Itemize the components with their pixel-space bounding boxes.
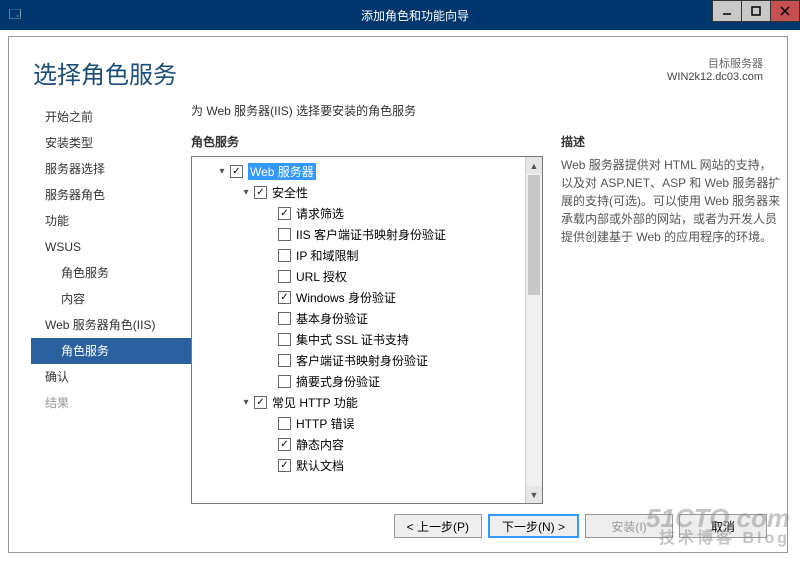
checkbox[interactable] bbox=[278, 333, 291, 346]
tree-node[interactable]: IIS 客户端证书映射身份验证 bbox=[192, 224, 525, 245]
tree-node-label: HTTP 错误 bbox=[296, 415, 354, 432]
tree-node[interactable]: URL 授权 bbox=[192, 266, 525, 287]
next-button[interactable]: 下一步(N) > bbox=[488, 514, 579, 538]
cancel-button[interactable]: 取消 bbox=[679, 514, 767, 538]
instruction-text: 为 Web 服务器(IIS) 选择要安装的角色服务 bbox=[191, 102, 781, 119]
tree-node[interactable]: 请求筛选 bbox=[192, 203, 525, 224]
checkbox[interactable] bbox=[278, 312, 291, 325]
tree-node-label: 摘要式身份验证 bbox=[296, 373, 380, 390]
tree-scrollbar[interactable]: ▲ ▼ bbox=[525, 157, 542, 503]
checkbox[interactable] bbox=[278, 291, 291, 304]
tree-node-label: 基本身份验证 bbox=[296, 310, 368, 327]
nav-item[interactable]: 开始之前 bbox=[31, 104, 191, 130]
app-icon: 🗔 bbox=[0, 5, 30, 26]
footer: < 上一步(P) 下一步(N) > 安装(I) 取消 bbox=[9, 504, 787, 552]
nav-item[interactable]: 结果 bbox=[31, 390, 191, 416]
tree-node[interactable]: Windows 身份验证 bbox=[192, 287, 525, 308]
checkbox[interactable] bbox=[278, 417, 291, 430]
tree-node[interactable]: ▾ Web 服务器 bbox=[192, 161, 525, 182]
tree-header: 角色服务 bbox=[191, 133, 543, 150]
target-info: 目标服务器 WIN2k12.dc03.com bbox=[667, 55, 763, 83]
description-text: Web 服务器提供对 HTML 网站的支持，以及对 ASP.NET、ASP 和 … bbox=[561, 156, 781, 246]
minimize-button[interactable] bbox=[712, 0, 742, 22]
nav-item[interactable]: 确认 bbox=[31, 364, 191, 390]
nav-item[interactable]: 服务器角色 bbox=[31, 182, 191, 208]
tree-node-label: URL 授权 bbox=[296, 268, 347, 285]
wizard-frame: 选择角色服务 目标服务器 WIN2k12.dc03.com 开始之前安装类型服务… bbox=[8, 36, 788, 553]
tree-node-label: 客户端证书映射身份验证 bbox=[296, 352, 428, 369]
tree-node-label: 默认文档 bbox=[296, 457, 344, 474]
checkbox[interactable] bbox=[278, 270, 291, 283]
nav-item[interactable]: Web 服务器角色(IIS) bbox=[31, 312, 191, 338]
scroll-thumb[interactable] bbox=[528, 175, 540, 295]
checkbox[interactable] bbox=[278, 228, 291, 241]
tree-node-label: 常见 HTTP 功能 bbox=[272, 394, 358, 411]
maximize-button[interactable] bbox=[741, 0, 771, 22]
nav-item[interactable]: 内容 bbox=[31, 286, 191, 312]
nav-item[interactable]: 安装类型 bbox=[31, 130, 191, 156]
prev-button[interactable]: < 上一步(P) bbox=[394, 514, 482, 538]
page-title: 选择角色服务 bbox=[33, 55, 177, 90]
tree-node[interactable]: ▾ 常见 HTTP 功能 bbox=[192, 392, 525, 413]
target-label: 目标服务器 bbox=[667, 55, 763, 71]
checkbox[interactable] bbox=[278, 438, 291, 451]
tree-node-label: 静态内容 bbox=[296, 436, 344, 453]
window-buttons bbox=[713, 0, 800, 22]
expand-icon[interactable]: ▾ bbox=[240, 187, 252, 198]
expand-icon[interactable]: ▾ bbox=[216, 166, 228, 177]
checkbox[interactable] bbox=[254, 396, 267, 409]
tree-node-label: 集中式 SSL 证书支持 bbox=[296, 331, 409, 348]
nav-item[interactable]: 角色服务 bbox=[31, 260, 191, 286]
tree-node-label: 安全性 bbox=[272, 184, 308, 201]
close-button[interactable] bbox=[770, 0, 800, 22]
nav-item[interactable]: WSUS bbox=[31, 234, 191, 260]
tree-node[interactable]: HTTP 错误 bbox=[192, 413, 525, 434]
tree-node-label: 请求筛选 bbox=[296, 205, 344, 222]
nav-item[interactable]: 功能 bbox=[31, 208, 191, 234]
tree-node[interactable]: IP 和域限制 bbox=[192, 245, 525, 266]
expand-icon[interactable]: ▾ bbox=[240, 397, 252, 408]
nav-item[interactable]: 角色服务 bbox=[31, 338, 191, 364]
nav-item[interactable]: 服务器选择 bbox=[31, 156, 191, 182]
target-server: WIN2k12.dc03.com bbox=[667, 71, 763, 83]
tree-node[interactable]: 摘要式身份验证 bbox=[192, 371, 525, 392]
tree-node[interactable]: 集中式 SSL 证书支持 bbox=[192, 329, 525, 350]
tree-node[interactable]: 默认文档 bbox=[192, 455, 525, 476]
checkbox[interactable] bbox=[278, 354, 291, 367]
tree-node[interactable]: 基本身份验证 bbox=[192, 308, 525, 329]
checkbox[interactable] bbox=[278, 207, 291, 220]
nav-sidebar: 开始之前安装类型服务器选择服务器角色功能WSUS角色服务内容Web 服务器角色(… bbox=[31, 100, 191, 504]
description-header: 描述 bbox=[561, 133, 781, 150]
tree-node-label: Web 服务器 bbox=[248, 163, 316, 180]
tree-node[interactable]: ▾ 安全性 bbox=[192, 182, 525, 203]
title-bar: 🗔 添加角色和功能向导 bbox=[0, 0, 800, 30]
scroll-down-icon[interactable]: ▼ bbox=[526, 486, 542, 503]
checkbox[interactable] bbox=[278, 459, 291, 472]
checkbox[interactable] bbox=[278, 375, 291, 388]
tree-node[interactable]: 静态内容 bbox=[192, 434, 525, 455]
checkbox[interactable] bbox=[254, 186, 267, 199]
tree-node-label: Windows 身份验证 bbox=[296, 289, 396, 306]
tree-node[interactable]: 客户端证书映射身份验证 bbox=[192, 350, 525, 371]
checkbox[interactable] bbox=[278, 249, 291, 262]
tree-panel: ▾ Web 服务器 ▾ 安全性请求筛选 IIS 客户端证书映射身份验证 IP 和域限制 UR… bbox=[191, 156, 543, 504]
tree-node-label: IIS 客户端证书映射身份验证 bbox=[296, 226, 446, 243]
scroll-up-icon[interactable]: ▲ bbox=[526, 157, 542, 174]
tree-node-label: IP 和域限制 bbox=[296, 247, 358, 264]
checkbox[interactable] bbox=[230, 165, 243, 178]
role-services-tree[interactable]: ▾ Web 服务器 ▾ 安全性请求筛选 IIS 客户端证书映射身份验证 IP 和域限制 UR… bbox=[192, 157, 525, 503]
install-button[interactable]: 安装(I) bbox=[585, 514, 673, 538]
window-title: 添加角色和功能向导 bbox=[30, 7, 800, 24]
